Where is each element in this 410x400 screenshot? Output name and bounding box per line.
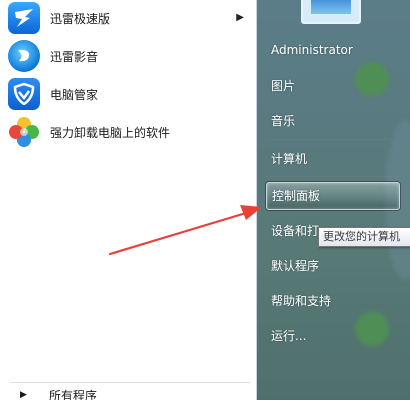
program-label: 迅雷影音 [50, 49, 99, 64]
menu-item-control-panel[interactable]: 控制面板 [266, 182, 400, 210]
divider [266, 139, 400, 140]
menu-item-computer[interactable]: 计算机 [266, 146, 400, 172]
divider [10, 382, 250, 383]
program-item-xunlei-player[interactable]: 迅雷影音 [4, 38, 254, 74]
start-menu-programs-pane: 迅雷极速版 ▶ 迅雷影音 电脑管家 强力卸载电脑上的软件 ▶ 所有程序 [0, 0, 257, 400]
menu-item-label: 默认程序 [271, 259, 320, 273]
menu-item-help-support[interactable]: 帮助和支持 [266, 288, 400, 314]
play-arrow-icon: ▶ [20, 390, 27, 400]
menu-item-label: 音乐 [271, 114, 296, 128]
program-item-uninstaller[interactable]: 强力卸载电脑上的软件 [4, 114, 254, 150]
submenu-arrow-icon: ▶ [236, 12, 244, 23]
menu-item-default-programs[interactable]: 默认程序 [266, 253, 400, 279]
menu-item-label: 运行... [271, 329, 307, 343]
menu-item-label: 图片 [271, 79, 296, 93]
menu-item-label: 计算机 [271, 152, 308, 166]
pc-manager-icon [8, 78, 40, 110]
menu-item-label: Administrator [271, 43, 353, 57]
menu-item-label: 设备和打 [271, 224, 320, 238]
menu-item-label: 控制面板 [272, 189, 321, 203]
menu-item-pictures[interactable]: 图片 [266, 73, 400, 99]
program-label: 强力卸载电脑上的软件 [50, 125, 171, 140]
program-label: 电脑管家 [50, 87, 99, 102]
program-label: 迅雷极速版 [50, 11, 111, 26]
user-picture-icon [311, 0, 351, 14]
all-programs-button[interactable]: ▶ 所有程序 [8, 386, 208, 400]
menu-item-label: 帮助和支持 [271, 294, 332, 308]
user-picture-frame[interactable] [301, 0, 361, 24]
uninstall-flower-icon [8, 116, 40, 148]
menu-item-music[interactable]: 音乐 [266, 108, 400, 134]
thunder-icon [8, 2, 40, 34]
all-programs-label: 所有程序 [48, 388, 97, 400]
xunlei-player-icon [8, 40, 40, 72]
tooltip: 更改您的计算机 [318, 227, 410, 247]
menu-item-administrator[interactable]: Administrator [266, 37, 400, 63]
program-item-xunlei-jisu[interactable]: 迅雷极速版 ▶ [4, 0, 254, 36]
divider [266, 176, 400, 177]
menu-item-run[interactable]: 运行... [266, 323, 400, 349]
program-item-pc-manager[interactable]: 电脑管家 [4, 76, 254, 112]
tooltip-text: 更改您的计算机 [323, 230, 400, 243]
